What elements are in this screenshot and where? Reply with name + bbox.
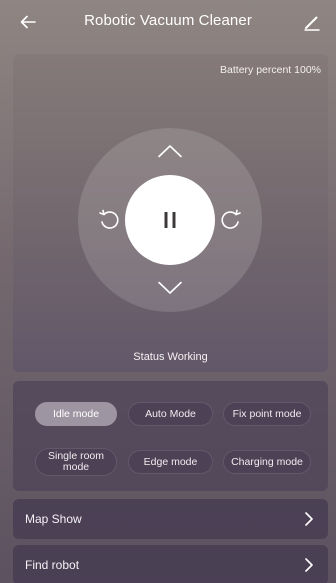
- find-robot-label: Find robot: [25, 558, 80, 572]
- rotate-right-icon: [221, 209, 241, 229]
- chevron-down-icon: [158, 281, 182, 294]
- edge-mode-button[interactable]: Edge mode: [128, 450, 213, 474]
- pause-button[interactable]: [125, 175, 215, 265]
- map-show-label: Map Show: [25, 512, 82, 526]
- mode-selector: Idle mode Auto Mode Fix point mode Singl…: [13, 381, 328, 491]
- pencil-icon: [304, 16, 320, 31]
- map-show-row[interactable]: Map Show: [13, 499, 328, 539]
- page-title: Robotic Vacuum Cleaner: [84, 12, 252, 29]
- app-screen: Robotic Vacuum Cleaner Battery percent 1…: [0, 0, 336, 583]
- forward-button[interactable]: [155, 136, 185, 166]
- auto-mode-button[interactable]: Auto Mode: [128, 402, 213, 426]
- chevron-right-icon: [302, 511, 316, 527]
- chevron-right-icon: [302, 557, 316, 573]
- rotate-right-button[interactable]: [216, 205, 246, 235]
- edit-button[interactable]: [298, 8, 326, 36]
- idle-mode-button[interactable]: Idle mode: [35, 402, 117, 426]
- backward-button[interactable]: [155, 273, 185, 303]
- charging-mode-button[interactable]: Charging mode: [223, 450, 311, 474]
- chevron-up-icon: [158, 145, 182, 158]
- find-robot-row[interactable]: Find robot: [13, 545, 328, 583]
- header-bar: Robotic Vacuum Cleaner: [0, 0, 336, 44]
- pause-icon: [164, 212, 176, 228]
- fix-point-mode-button[interactable]: Fix point mode: [223, 402, 311, 426]
- rotate-left-button[interactable]: [94, 205, 124, 235]
- status-text: Status Working: [133, 351, 208, 363]
- direction-pad: [78, 128, 262, 312]
- battery-status: Battery percent 100%: [220, 64, 321, 76]
- rotate-left-icon: [99, 209, 119, 229]
- single-room-mode-button[interactable]: Single room mode: [35, 448, 117, 476]
- control-panel: Battery percent 100% Status Working: [13, 54, 328, 372]
